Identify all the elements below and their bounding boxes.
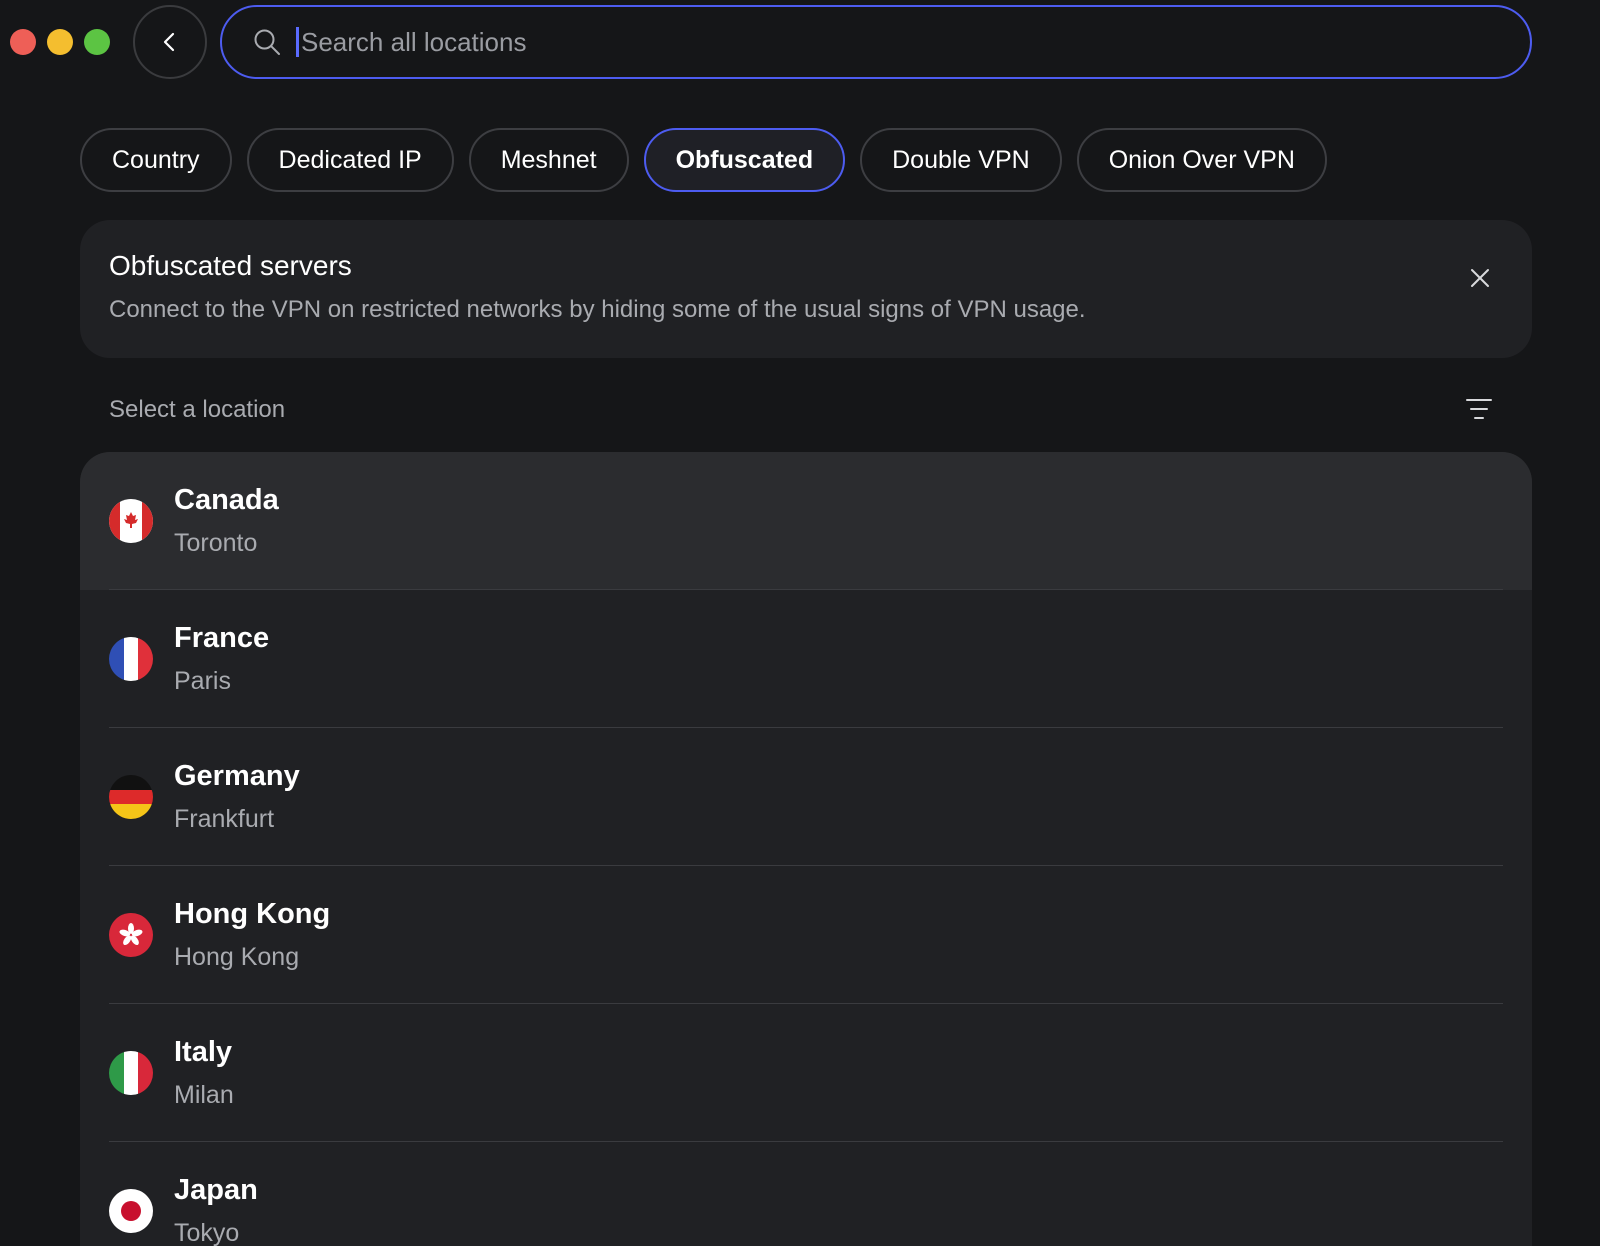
- info-card: Obfuscated servers Connect to the VPN on…: [80, 220, 1532, 358]
- info-card-close-button[interactable]: [1466, 264, 1494, 292]
- filter-tabs: Country Dedicated IP Meshnet Obfuscated …: [80, 128, 1327, 192]
- location-row-hong-kong[interactable]: Hong Kong Hong Kong: [80, 866, 1532, 1004]
- france-flag-icon: [109, 637, 153, 681]
- location-country: Hong Kong: [174, 898, 331, 930]
- italy-flag-icon: [109, 1051, 153, 1095]
- location-row-canada[interactable]: Canada Toronto: [80, 452, 1532, 590]
- search-icon: [252, 27, 282, 57]
- app-window: Country Dedicated IP Meshnet Obfuscated …: [0, 0, 1600, 1246]
- location-text: France Paris: [174, 622, 269, 696]
- location-city: Toronto: [174, 529, 258, 557]
- hong-kong-flag-icon: [109, 913, 153, 957]
- location-country: Canada: [174, 484, 279, 516]
- canada-flag-icon: [109, 499, 153, 543]
- location-text: Canada Toronto: [174, 484, 279, 558]
- info-card-description: Connect to the VPN on restricted network…: [109, 296, 1086, 323]
- location-city: Hong Kong: [174, 943, 300, 971]
- location-country: Italy: [174, 1036, 233, 1068]
- tab-dedicated-ip[interactable]: Dedicated IP: [246, 128, 454, 192]
- tab-obfuscated[interactable]: Obfuscated: [643, 128, 846, 192]
- back-button[interactable]: [133, 5, 207, 79]
- window-controls: [10, 29, 110, 55]
- location-country: Japan: [174, 1174, 258, 1206]
- search-bar[interactable]: [220, 5, 1532, 79]
- location-row-japan[interactable]: Japan Tokyo: [80, 1142, 1532, 1246]
- location-text: Japan Tokyo: [174, 1174, 258, 1246]
- location-row-germany[interactable]: Germany Frankfurt: [80, 728, 1532, 866]
- tab-double-vpn[interactable]: Double VPN: [860, 128, 1062, 192]
- text-caret: [296, 27, 299, 57]
- location-row-france[interactable]: France Paris: [80, 590, 1532, 728]
- tab-onion-over-vpn[interactable]: Onion Over VPN: [1076, 128, 1327, 192]
- japan-flag-icon: [109, 1189, 153, 1233]
- location-row-italy[interactable]: Italy Milan: [80, 1004, 1532, 1142]
- section-label: Select a location: [109, 396, 286, 423]
- window-close-button[interactable]: [10, 29, 36, 55]
- location-text: Germany Frankfurt: [174, 760, 300, 834]
- chevron-left-icon: [163, 32, 175, 52]
- location-text: Italy Milan: [174, 1036, 234, 1110]
- location-text: Hong Kong Hong Kong: [174, 898, 330, 972]
- window-minimize-button[interactable]: [47, 29, 73, 55]
- sort-button[interactable]: [1462, 395, 1496, 423]
- info-card-title: Obfuscated servers: [109, 250, 352, 281]
- germany-flag-icon: [109, 775, 153, 819]
- location-list: Canada Toronto France Paris Germany Fran…: [80, 452, 1532, 1246]
- location-city: Tokyo: [174, 1219, 240, 1246]
- window-maximize-button[interactable]: [84, 29, 110, 55]
- location-country: France: [174, 622, 270, 654]
- close-icon: [1471, 269, 1489, 287]
- location-city: Paris: [174, 667, 231, 695]
- tab-country[interactable]: Country: [80, 128, 232, 192]
- tab-meshnet[interactable]: Meshnet: [468, 128, 629, 192]
- location-city: Frankfurt: [174, 805, 275, 833]
- location-city: Milan: [174, 1081, 234, 1109]
- location-country: Germany: [174, 760, 300, 792]
- search-input[interactable]: [301, 22, 1530, 62]
- sort-icon: [1466, 399, 1492, 419]
